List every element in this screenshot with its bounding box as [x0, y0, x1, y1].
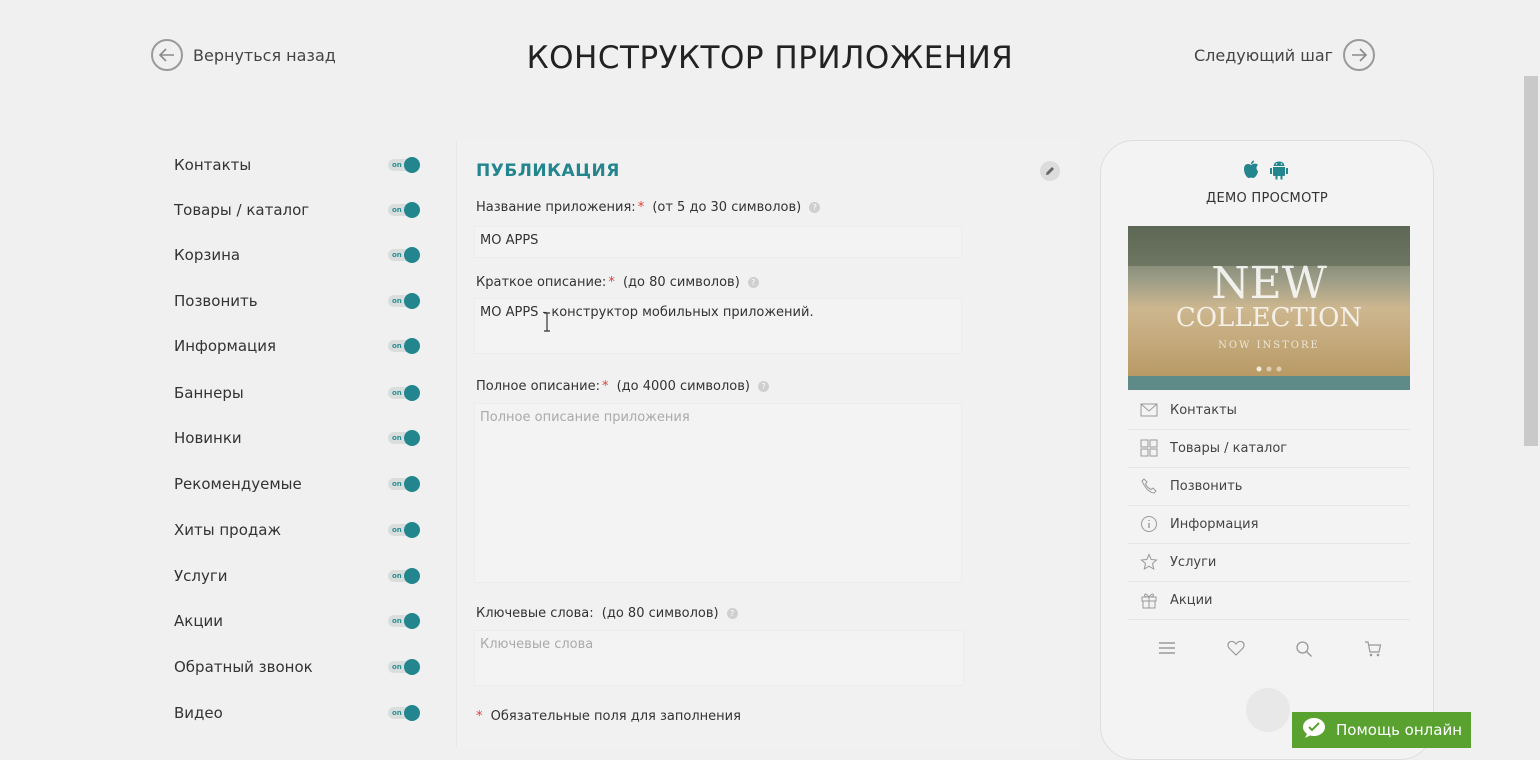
- full-description-textarea[interactable]: Полное описание приложения: [474, 403, 962, 583]
- help-icon[interactable]: ?: [758, 381, 769, 392]
- required-asterisk: *: [601, 379, 609, 394]
- section-title: ПУБЛИКАЦИЯ: [476, 161, 620, 181]
- demo-preview-label: ДЕМО ПРОСМОТР: [1205, 191, 1328, 206]
- toggle-switch[interactable]: on: [388, 385, 420, 401]
- toggle-switch[interactable]: on: [388, 705, 420, 721]
- sidebar-item-label: Новинки: [174, 429, 242, 447]
- required-asterisk: *: [637, 200, 645, 215]
- banner-image[interactable]: NEW COLLECTION NOW INSTORE: [1128, 226, 1410, 390]
- help-icon[interactable]: ?: [747, 277, 759, 288]
- sidebar-item-label: Обратный звонок: [174, 658, 313, 676]
- star-icon: [1128, 553, 1170, 571]
- required-asterisk: *: [608, 275, 615, 290]
- sidebar-item-label: Информация: [174, 337, 277, 355]
- sidebar-item-call: Позвонить on: [174, 289, 420, 313]
- sidebar-item-label: Рекомендуемые: [174, 475, 302, 493]
- sidebar-item-label: Видео: [174, 704, 223, 722]
- short-description-label: Краткое описание: * (до 80 символов)?: [476, 275, 759, 290]
- app-name-input[interactable]: MO APPS: [474, 226, 962, 258]
- app-name-label: Название приложения: * (от 5 до 30 символ…: [476, 200, 821, 215]
- preview-menu-item-info[interactable]: Информация: [1128, 505, 1410, 544]
- sidebar-item-label: Товары / каталог: [174, 201, 310, 219]
- sidebar-item-promotions: Акции on: [174, 609, 420, 633]
- android-icon[interactable]: [1270, 160, 1288, 184]
- toggle-switch[interactable]: on: [388, 568, 420, 584]
- next-step-button[interactable]: Следующий шаг: [1194, 39, 1376, 71]
- help-icon[interactable]: ?: [809, 202, 821, 213]
- sidebar-item-catalog: Товары / каталог on: [174, 198, 420, 222]
- text-cursor-icon: [543, 312, 551, 336]
- toggle-switch[interactable]: on: [388, 293, 420, 309]
- sidebar-item-info: Информация on: [174, 334, 420, 358]
- menu-icon[interactable]: [1158, 640, 1176, 662]
- apple-icon[interactable]: [1242, 160, 1260, 184]
- sidebar-item-cart: Корзина on: [174, 243, 420, 267]
- home-button[interactable]: [1246, 688, 1290, 732]
- preview-menu-item-contacts[interactable]: Контакты: [1128, 391, 1410, 430]
- heart-icon[interactable]: [1227, 640, 1245, 662]
- grid-icon: [1128, 439, 1170, 457]
- toggle-switch[interactable]: on: [388, 476, 420, 492]
- sidebar-item-label: Услуги: [174, 567, 228, 585]
- gift-icon: [1128, 591, 1170, 609]
- sidebar-item-label: Хиты продаж: [174, 521, 281, 539]
- full-description-label: Полное описание: * (до 4000 символов)?: [476, 379, 769, 394]
- svg-text:NOW INSTORE: NOW INSTORE: [1218, 340, 1320, 351]
- mail-icon: [1128, 403, 1170, 417]
- chat-icon: [1302, 717, 1326, 743]
- sidebar-item-label: Баннеры: [174, 384, 244, 402]
- toggle-switch[interactable]: on: [388, 157, 420, 173]
- toggle-switch[interactable]: on: [388, 659, 420, 675]
- toggle-switch[interactable]: on: [388, 613, 420, 629]
- preview-bottom-bar: [1140, 640, 1400, 662]
- cart-icon[interactable]: [1364, 640, 1382, 662]
- sidebar-item-video: Видео on: [174, 701, 420, 725]
- help-icon[interactable]: ?: [726, 608, 738, 619]
- sidebar-item-contacts: Контакты on: [174, 153, 420, 177]
- preview-menu-item-catalog[interactable]: Товары / каталог: [1128, 429, 1410, 468]
- toggle-switch[interactable]: on: [388, 522, 420, 538]
- sidebar-item-bestsellers: Хиты продаж on: [174, 518, 420, 542]
- required-fields-note: * Обязательные поля для заполнения: [476, 709, 741, 724]
- arrow-right-icon: [1343, 39, 1376, 71]
- toggle-switch[interactable]: on: [388, 338, 420, 354]
- scrollbar-thumb[interactable]: [1524, 76, 1538, 446]
- sidebar-item-new: Новинки on: [174, 426, 420, 450]
- svg-text:NEW: NEW: [1211, 258, 1328, 309]
- toggle-switch[interactable]: on: [388, 430, 420, 446]
- sidebar-item-recommended: Рекомендуемые on: [174, 472, 420, 496]
- sidebar-item-callback: Обратный звонок on: [174, 655, 420, 679]
- toggle-switch[interactable]: on: [388, 202, 420, 218]
- keywords-label: Ключевые слова: (до 80 символов)?: [476, 606, 738, 621]
- sidebar-item-label: Корзина: [174, 246, 241, 264]
- keywords-input[interactable]: Ключевые слова: [474, 630, 964, 686]
- help-online-button[interactable]: Помощь онлайн: [1292, 712, 1471, 748]
- sidebar-item-banners: Баннеры on: [174, 381, 420, 405]
- toggle-switch[interactable]: on: [388, 247, 420, 263]
- sidebar-item-label: Позвонить: [174, 292, 258, 310]
- phone-icon: [1128, 477, 1170, 495]
- info-icon: [1128, 515, 1170, 533]
- platform-icons: [1242, 160, 1288, 184]
- sidebar-item-services: Услуги on: [174, 564, 420, 588]
- sidebar-item-label: Контакты: [174, 156, 252, 174]
- sidebar-item-label: Акции: [174, 612, 224, 630]
- pencil-icon[interactable]: [1040, 161, 1060, 181]
- preview-menu-item-services[interactable]: Услуги: [1128, 543, 1410, 582]
- svg-text:COLLECTION: COLLECTION: [1176, 303, 1362, 333]
- preview-menu-item-call[interactable]: Позвонить: [1128, 467, 1410, 506]
- next-step-label: Следующий шаг: [1194, 45, 1334, 65]
- search-icon[interactable]: [1295, 640, 1313, 662]
- preview-menu-item-promotions[interactable]: Акции: [1128, 581, 1410, 620]
